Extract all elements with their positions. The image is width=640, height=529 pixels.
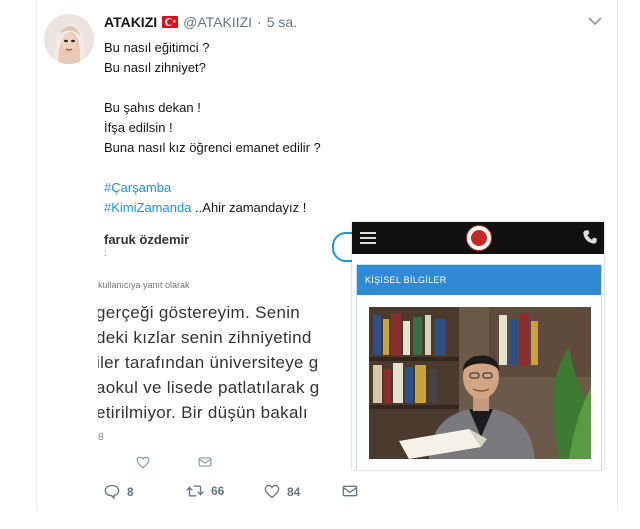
reply-count: 8 xyxy=(127,484,134,499)
personal-info-panel: KİŞİSEL BİLGİLER xyxy=(356,264,602,470)
profile-photo-image xyxy=(369,307,591,459)
mail-icon xyxy=(198,457,212,467)
reply-line: etirilmiyor. Bir düşün bakalı xyxy=(98,403,308,422)
direct-message-action[interactable] xyxy=(342,484,358,498)
reply-icon xyxy=(104,484,120,499)
reply-line: iler tarafından üniversiteye g xyxy=(98,353,319,372)
reply-time-fragment: 8 xyxy=(98,432,104,443)
reply-line: deki kızlar senin zihniyetind xyxy=(98,328,312,347)
tweet-line: İfşa edilsin ! xyxy=(104,120,173,135)
turkey-flag-icon: ★ xyxy=(162,16,179,28)
tweet-line: Bu nasıl zihniyet? xyxy=(104,60,206,75)
tweet-header: ATAKIZI ★ @ATAKIIZI · 5 sa. xyxy=(104,14,297,30)
embedded-profile-screenshot[interactable]: KİŞİSEL BİLGİLER xyxy=(352,222,604,470)
university-logo-icon xyxy=(466,225,492,251)
reply-line: gerçeği göstereyim. Senin xyxy=(98,303,301,322)
author-name[interactable]: ATAKIZI xyxy=(104,14,157,30)
mobile-top-bar xyxy=(352,222,604,254)
heart-icon xyxy=(136,456,150,469)
tweet-line: Buna nasıl kız öğrenci emanet edilir ? xyxy=(104,140,321,155)
phone-icon xyxy=(583,230,597,244)
profile-photo xyxy=(369,307,591,459)
panel-title: KİŞİSEL BİLGİLER xyxy=(357,265,601,295)
author-handle[interactable]: @ATAKIIZI xyxy=(183,14,252,30)
reply-line: aokul ve lisede patlatılarak g xyxy=(98,378,320,397)
tweet-time[interactable]: 5 sa. xyxy=(267,14,297,30)
tweet-line: Bu şahıs dekan ! xyxy=(104,100,201,115)
heart-icon xyxy=(264,484,280,499)
separator-dot: · xyxy=(257,14,262,30)
retweet-action[interactable]: 66 xyxy=(186,484,224,498)
hamburger-menu-icon xyxy=(360,232,376,244)
reply-body: gerçeği göstereyim. Senin deki kızlar se… xyxy=(98,300,320,425)
tweet-line: Bu nasıl eğitimci ? xyxy=(104,40,210,55)
reply-note: kullanıcıya yanıt olarak xyxy=(98,280,190,290)
retweet-icon xyxy=(186,485,204,497)
hashtag-link[interactable]: #KimiZamanda xyxy=(104,200,191,215)
reply-action[interactable]: 8 xyxy=(104,484,134,499)
tweet-line: ..Ahir zamandayız ! xyxy=(191,200,307,215)
avatar-image xyxy=(44,14,94,64)
avatar[interactable] xyxy=(44,14,94,64)
retweet-count: 66 xyxy=(211,484,225,498)
tweet-text: Bu nasıl eğitimci ? Bu nasıl zihniyet? B… xyxy=(104,38,321,218)
reply-author-name: faruk özdemir xyxy=(104,232,190,247)
like-count: 84 xyxy=(287,484,301,499)
mail-icon xyxy=(342,485,358,497)
like-action[interactable]: 84 xyxy=(264,484,300,499)
hashtag-link[interactable]: #Çarşamba xyxy=(104,180,171,195)
embedded-reply-screenshot[interactable]: faruk özdemir : kullanıcıya yanıt olarak… xyxy=(98,222,360,472)
chevron-down-icon[interactable] xyxy=(588,16,602,26)
reply-author-sub: : xyxy=(104,248,107,259)
